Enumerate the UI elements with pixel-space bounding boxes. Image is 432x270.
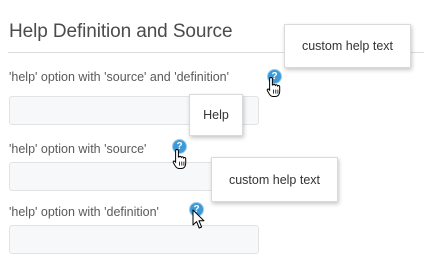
field-label-source-definition: 'help' option with 'source' and 'definit… [9, 70, 230, 84]
field-label-definition: 'help' option with 'definition' [9, 205, 159, 219]
section-title: Help Definition and Source [9, 21, 233, 42]
help-definition-panel: Help Definition and Source 'help' option… [0, 0, 432, 270]
tooltip-help: Help [189, 94, 243, 136]
help-icon[interactable]: ? [173, 140, 186, 153]
help-icon[interactable]: ? [268, 70, 281, 83]
help-icon[interactable]: ? [190, 203, 203, 216]
field-label-source: 'help' option with 'source' [9, 142, 147, 156]
tooltip-custom-help-text: custom help text [284, 24, 411, 68]
text-input-definition[interactable] [9, 225, 259, 254]
tooltip-custom-help-text: custom help text [211, 157, 338, 202]
